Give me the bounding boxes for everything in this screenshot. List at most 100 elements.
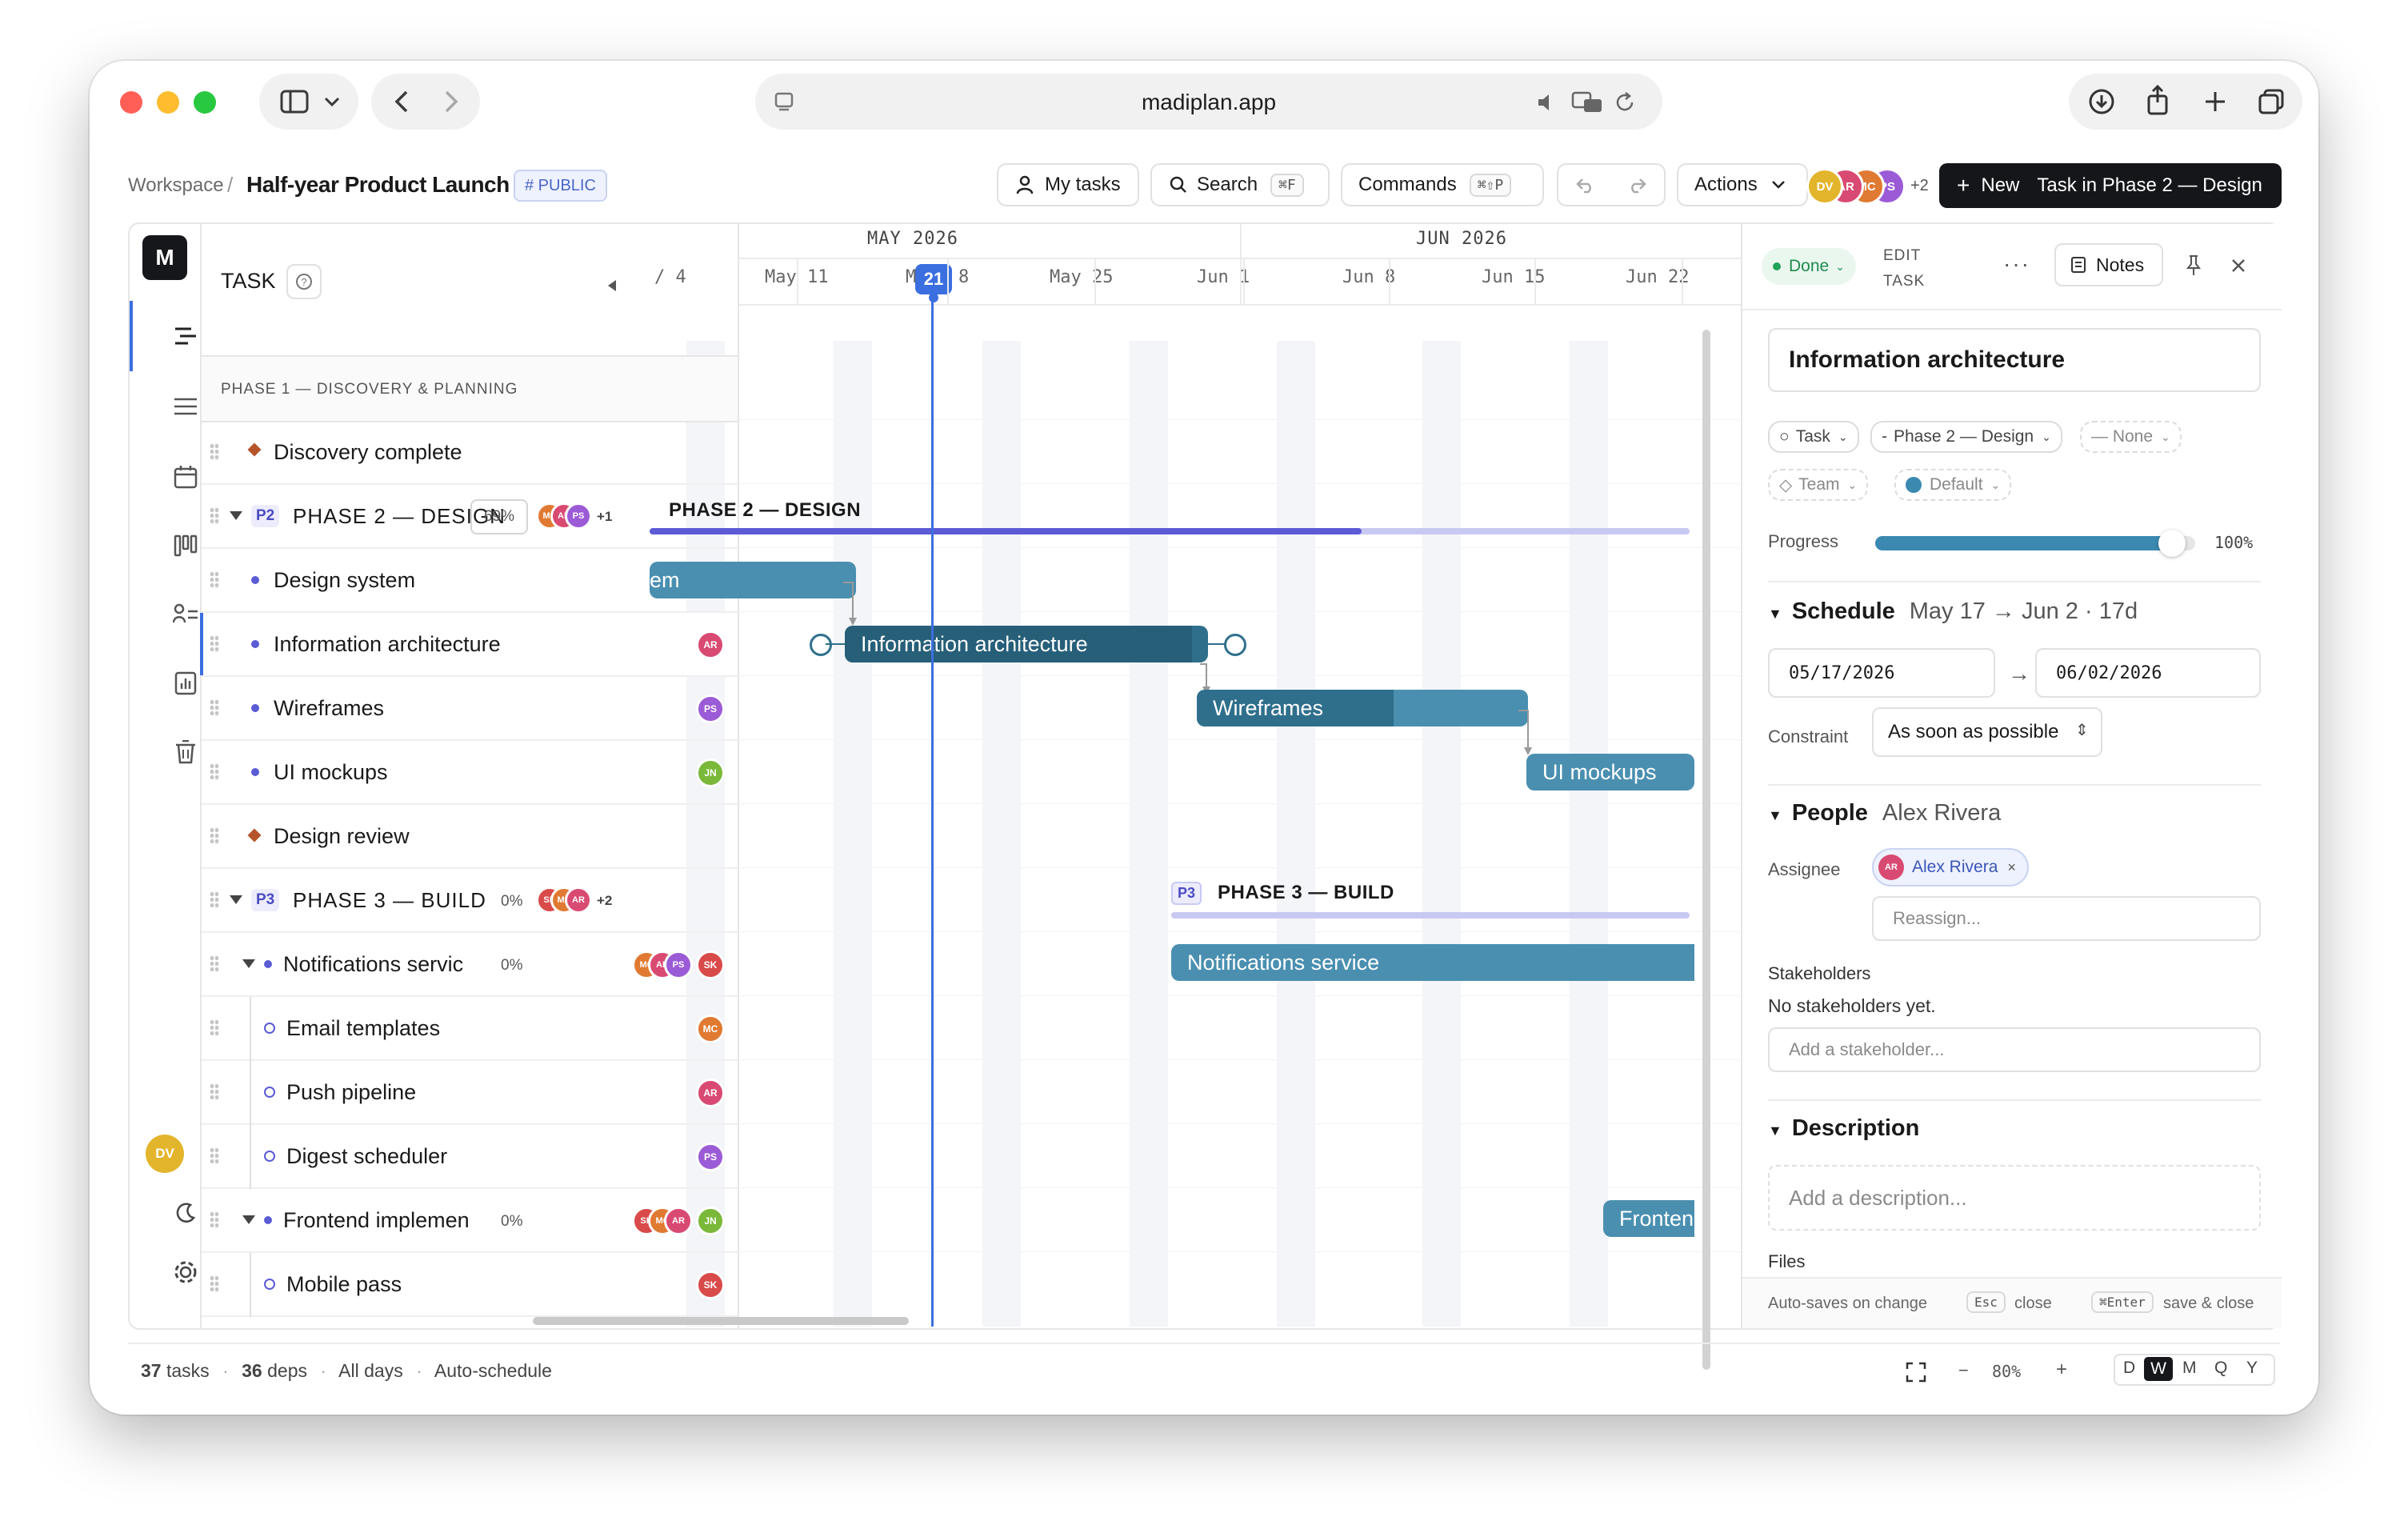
scale-year[interactable]: Y: [2246, 1359, 2258, 1378]
task-row[interactable]: Frontend implemen 0% SK MC AR JN: [202, 1189, 738, 1253]
download-icon[interactable]: [2088, 88, 2115, 115]
subtask-row[interactable]: Digest scheduler PS: [202, 1125, 738, 1189]
dependency-handle-start[interactable]: [810, 634, 832, 656]
chevron-down-icon[interactable]: [229, 895, 243, 906]
avatar[interactable]: JN: [696, 1207, 725, 1235]
schedule-section[interactable]: ▼ Schedule May 17 → Jun 2 · 17d: [1768, 598, 2138, 625]
calendar-icon[interactable]: [168, 459, 203, 494]
undo-icon[interactable]: [1574, 176, 1595, 194]
people-section[interactable]: ▼ People Alex Rivera: [1768, 800, 2001, 827]
avatar[interactable]: SK: [696, 951, 725, 979]
priority-chip[interactable]: — None ⌄: [2080, 421, 2182, 453]
gantt-bar-info-arch[interactable]: Information architecture: [845, 626, 1208, 662]
scale-quarter[interactable]: Q: [2214, 1359, 2227, 1378]
gantt-bar-design-system[interactable]: em: [650, 562, 856, 598]
drag-handle[interactable]: [210, 1083, 219, 1101]
chevron-down-icon[interactable]: [242, 959, 256, 970]
trash-icon[interactable]: [168, 734, 203, 770]
gantt-bar-notifications[interactable]: Notifications service: [1171, 944, 1694, 981]
phase-row[interactable]: P2 PHASE 2 — DESIGN 69% MC AR PS +1: [202, 485, 738, 549]
team-chip[interactable]: ◇ Team ⌄: [1768, 469, 1869, 501]
visibility-badge[interactable]: # PUBLIC: [514, 170, 607, 202]
back-icon[interactable]: [392, 90, 413, 114]
help-button[interactable]: ?: [286, 264, 322, 299]
address-bar[interactable]: madiplan.app: [755, 74, 1662, 130]
my-tasks-button[interactable]: My tasks: [997, 163, 1139, 206]
scale-day[interactable]: D: [2123, 1359, 2135, 1378]
list-view-icon[interactable]: [168, 389, 203, 424]
start-date-input[interactable]: 05/17/2026: [1768, 648, 1995, 698]
avatars-more-count[interactable]: +2: [1910, 177, 1929, 195]
task-name-input[interactable]: Information architecture: [1768, 328, 2261, 392]
reports-icon[interactable]: [168, 666, 203, 701]
translate-icon[interactable]: [1571, 91, 1603, 114]
stakeholder-input[interactable]: Add a stakeholder...: [1768, 1027, 2261, 1072]
scale-month[interactable]: M: [2182, 1359, 2197, 1378]
share-icon[interactable]: [2146, 85, 2170, 115]
task-row[interactable]: Discovery complete: [202, 421, 738, 485]
scale-week-active[interactable]: W: [2144, 1357, 2173, 1381]
reassign-input[interactable]: Reassign...: [1872, 896, 2261, 941]
speaker-icon[interactable]: [1536, 93, 1557, 112]
task-row[interactable]: Wireframes PS: [202, 677, 738, 741]
tabs-overview-icon[interactable]: [2258, 88, 2285, 115]
zoom-window-button[interactable]: [194, 91, 216, 114]
pin-icon[interactable]: [2184, 254, 2203, 277]
subtask-row[interactable]: Push pipeline AR: [202, 1061, 738, 1125]
phase-chip[interactable]: - Phase 2 — Design ⌄: [1870, 421, 2062, 453]
app-logo[interactable]: M: [142, 235, 187, 280]
new-task-button[interactable]: + New Task in Phase 2 — Design: [1939, 163, 2282, 208]
avatar[interactable]: PS: [696, 1143, 725, 1171]
remove-assignee-icon[interactable]: ×: [2007, 859, 2016, 876]
new-tab-icon[interactable]: [2203, 90, 2227, 114]
gantt-phase3-track[interactable]: [1171, 912, 1690, 919]
moon-icon[interactable]: [168, 1195, 203, 1231]
avatar[interactable]: JN: [696, 758, 725, 787]
drag-handle[interactable]: [210, 1147, 219, 1165]
dependency-handle-end[interactable]: [1224, 634, 1246, 656]
description-section[interactable]: ▼ Description: [1768, 1115, 1919, 1142]
drag-handle[interactable]: [210, 1211, 219, 1229]
autoschedule-toggle[interactable]: Auto-schedule: [434, 1360, 552, 1381]
actions-button[interactable]: Actions: [1677, 163, 1808, 206]
drag-handle[interactable]: [210, 955, 219, 973]
board-view-icon[interactable]: [168, 528, 203, 563]
phase-row[interactable]: P3 PHASE 3 — BUILD 0% SK MC AR +2: [202, 869, 738, 933]
commands-button[interactable]: Commands ⌘⇧P: [1341, 163, 1544, 206]
avatar[interactable]: MC: [696, 1015, 725, 1043]
days-filter[interactable]: All days: [338, 1360, 403, 1381]
progress-handle[interactable]: [2158, 530, 2186, 557]
horizontal-scrollbar[interactable]: [533, 1317, 909, 1325]
close-window-button[interactable]: [120, 91, 142, 114]
gantt-bar-wireframes[interactable]: Wireframes: [1197, 690, 1528, 726]
more-options-icon[interactable]: ···: [2003, 251, 2030, 277]
status-dropdown[interactable]: Done ⌄: [1762, 248, 1856, 285]
close-icon[interactable]: [2230, 258, 2246, 274]
chevron-down-icon[interactable]: [242, 1215, 256, 1226]
phase-header[interactable]: PHASE 1 — DISCOVERY & PLANNING: [202, 357, 738, 422]
drag-handle[interactable]: [210, 827, 219, 845]
avatar[interactable]: PS: [696, 694, 725, 723]
avatar[interactable]: DV: [1806, 168, 1843, 205]
end-date-input[interactable]: 06/02/2026: [2035, 648, 2261, 698]
collapse-panel-icon[interactable]: [606, 278, 618, 293]
assignee-chip[interactable]: AR Alex Rivera ×: [1872, 848, 2029, 887]
notes-button[interactable]: Notes: [2054, 243, 2163, 286]
fit-to-screen-icon[interactable]: [1906, 1362, 1926, 1383]
gear-icon[interactable]: [168, 1255, 203, 1290]
task-row[interactable]: UI mockups JN: [202, 741, 738, 805]
redo-icon[interactable]: [1627, 176, 1648, 194]
type-chip[interactable]: ○ Task ⌄: [1768, 421, 1859, 453]
drag-handle[interactable]: [210, 1019, 219, 1037]
minimize-window-button[interactable]: [157, 91, 179, 114]
breadcrumb-root[interactable]: Workspace: [128, 174, 224, 197]
drag-handle[interactable]: [210, 699, 219, 717]
gantt-bar-ui-mockups[interactable]: UI mockups: [1526, 754, 1694, 791]
avatar[interactable]: SK: [696, 1271, 725, 1299]
zoom-out-button[interactable]: −: [1958, 1360, 1969, 1381]
reload-icon[interactable]: [1614, 91, 1637, 114]
drag-handle[interactable]: [210, 1275, 219, 1293]
vertical-scrollbar[interactable]: [1702, 330, 1710, 1370]
chevron-down-icon[interactable]: [229, 510, 243, 522]
description-input[interactable]: Add a description...: [1768, 1165, 2261, 1231]
